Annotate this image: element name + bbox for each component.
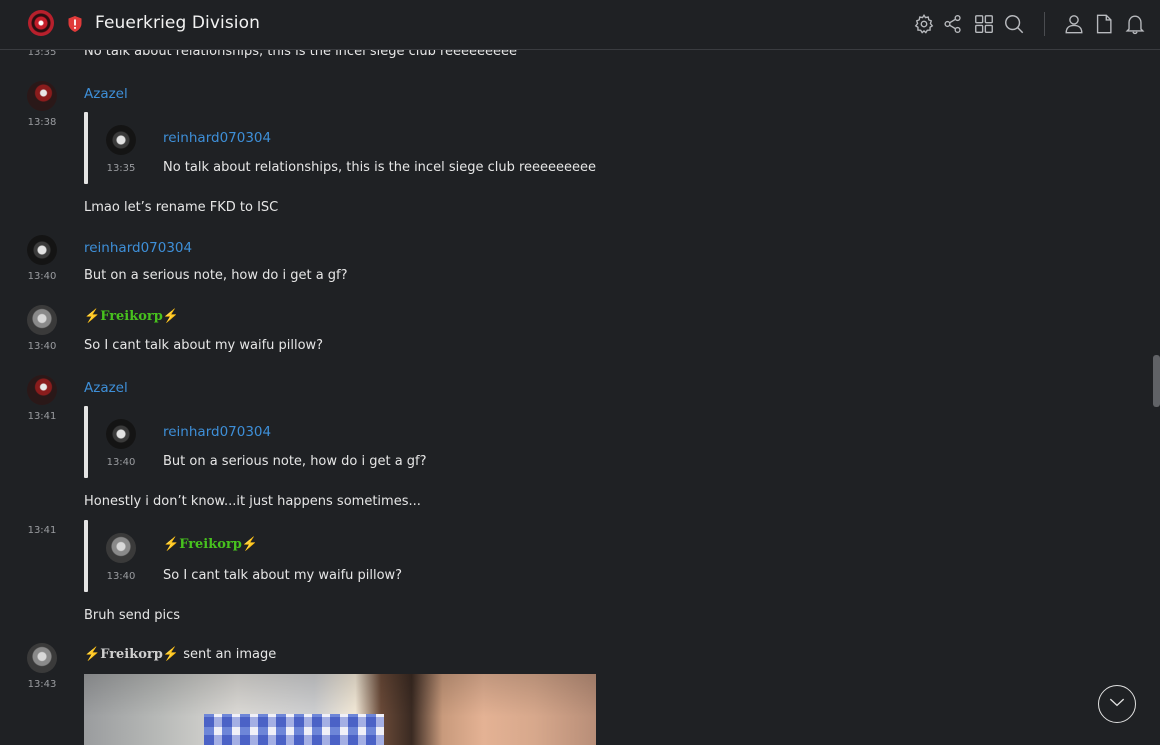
share-icon[interactable] — [942, 13, 964, 35]
quoted-text: But on a serious note, how do i get a gf… — [163, 454, 427, 469]
image-attachment[interactable] — [84, 674, 596, 745]
room-avatar[interactable] — [28, 10, 54, 36]
quoted-text: So I cant talk about my waifu pillow? — [163, 568, 403, 583]
header-divider — [1044, 12, 1045, 36]
message-text: Honestly i don’t know...it just happens … — [84, 494, 421, 509]
message-timestamp: 13:40 — [27, 271, 57, 282]
shield-icon — [67, 15, 83, 33]
search-icon[interactable] — [1003, 13, 1025, 35]
quoted-timestamp: 13:40 — [106, 571, 136, 582]
jump-to-latest-button[interactable] — [1098, 685, 1136, 723]
bolt-icon: ⚡ — [84, 647, 101, 662]
quote-bar — [84, 406, 88, 478]
quoted-timestamp: 13:40 — [106, 457, 136, 468]
apps-icon[interactable] — [973, 13, 995, 35]
quote-bar — [84, 520, 88, 592]
message-timestamp: 13:40 — [27, 341, 57, 352]
avatar[interactable] — [27, 235, 57, 265]
room-header: Feuerkrieg Division — [0, 0, 1160, 50]
user-icon[interactable] — [1063, 13, 1085, 35]
room-title: Feuerkrieg Division — [95, 13, 260, 33]
message-timestamp: 13:41 — [27, 525, 57, 536]
bell-icon[interactable] — [1124, 13, 1146, 35]
avatar[interactable] — [27, 81, 57, 111]
username-text: Freikorp — [100, 309, 163, 324]
quoted-username[interactable]: reinhard070304 — [163, 424, 271, 440]
avatar[interactable] — [27, 305, 57, 335]
action-text: sent an image — [183, 647, 277, 662]
bolt-icon: ⚡ — [162, 647, 180, 662]
message-system-line: ⚡Freikorp⚡ sent an image — [84, 647, 276, 662]
chevron-down-icon — [1107, 692, 1127, 716]
quoted-text: No talk about relationships, this is the… — [163, 160, 597, 175]
message-timestamp: 13:41 — [27, 411, 57, 422]
bolt-icon: ⚡ — [162, 309, 180, 324]
username-text: Freikorp — [179, 537, 242, 552]
quoted-avatar[interactable] — [106, 419, 136, 449]
quote-bar — [84, 112, 88, 184]
settings-icon[interactable] — [913, 13, 935, 35]
message-username[interactable]: reinhard070304 — [84, 240, 192, 256]
bolt-icon: ⚡ — [241, 537, 259, 552]
image-detail — [204, 714, 384, 745]
message-timestamp: 13:43 — [27, 679, 57, 690]
quoted-username[interactable]: reinhard070304 — [163, 130, 271, 146]
message-timestamp: 13:38 — [27, 117, 57, 128]
message-username[interactable]: Azazel — [84, 380, 128, 396]
message-username[interactable]: ⚡Freikorp⚡ — [84, 647, 179, 662]
avatar[interactable] — [27, 643, 57, 673]
message-text: So I cant talk about my waifu pillow? — [84, 338, 324, 353]
scrollbar-thumb[interactable] — [1153, 355, 1160, 407]
avatar[interactable] — [27, 375, 57, 405]
quoted-avatar[interactable] — [106, 533, 136, 563]
quoted-timestamp: 13:35 — [106, 163, 136, 174]
message-text: Lmao let’s rename FKD to ISC — [84, 200, 279, 215]
username-text: Freikorp — [100, 647, 163, 662]
file-icon[interactable] — [1093, 13, 1115, 35]
message-username[interactable]: ⚡Freikorp⚡ — [84, 309, 179, 324]
quoted-avatar[interactable] — [106, 125, 136, 155]
message-text: But on a serious note, how do i get a gf… — [84, 268, 348, 283]
message-timeline[interactable]: 13:35 No talk about relationships, this … — [0, 0, 1160, 745]
quoted-username[interactable]: ⚡Freikorp⚡ — [163, 537, 258, 552]
message-username[interactable]: Azazel — [84, 86, 128, 102]
message-text: Bruh send pics — [84, 608, 181, 623]
bolt-icon: ⚡ — [163, 537, 180, 552]
bolt-icon: ⚡ — [84, 309, 101, 324]
